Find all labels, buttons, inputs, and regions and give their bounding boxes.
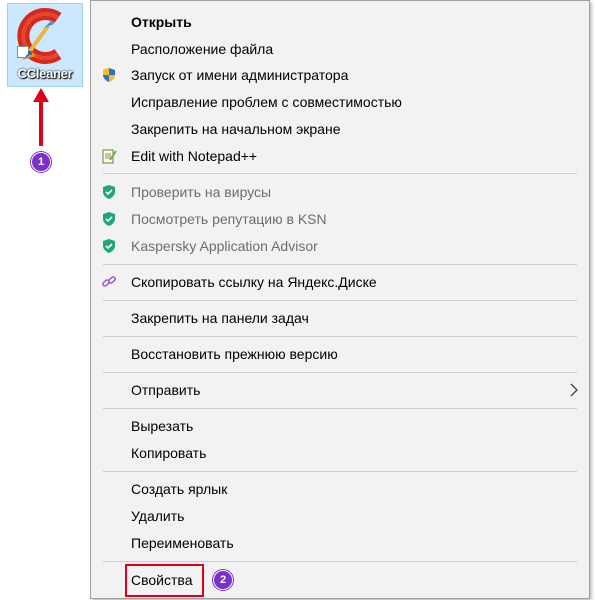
menu-separator [103,471,577,472]
properties-highlight-box [125,564,204,597]
menu-item-send-to[interactable]: Отправить [91,377,589,403]
ccleaner-desktop-shortcut[interactable]: CCleaner [7,3,83,87]
menu-item-scan-virus[interactable]: Проверить на вирусы [91,179,589,205]
context-menu: Открыть Расположение файла Запуск от име… [90,0,590,599]
menu-item-delete[interactable]: Удалить [91,503,589,529]
chevron-right-icon [570,383,578,397]
kaspersky-shield-icon [103,239,115,253]
menu-separator [103,408,577,409]
uac-shield-icon [103,68,115,82]
menu-item-rename[interactable]: Переименовать [91,530,589,556]
menu-item-kaspersky-advisor[interactable]: Kaspersky Application Advisor [91,233,589,259]
menu-item-check-ksn[interactable]: Посмотреть репутацию в KSN [91,206,589,232]
menu-item-cut[interactable]: Вырезать [91,413,589,439]
menu-item-pin-taskbar[interactable]: Закрепить на панели задач [91,305,589,331]
desktop-screenshot: CCleaner 1 Открыть Расположение файла За… [0,0,595,600]
menu-item-create-shortcut[interactable]: Создать ярлык [91,476,589,502]
desktop-icon-label: CCleaner [17,66,73,81]
annotation-arrow-up [33,88,49,146]
menu-separator [103,173,577,174]
menu-item-edit-notepad[interactable]: Edit with Notepad++ [91,143,589,169]
menu-separator [103,336,577,337]
step-badge-2: 2 [213,570,233,590]
menu-item-open[interactable]: Открыть [91,9,589,35]
menu-item-pin-start[interactable]: Закрепить на начальном экране [91,116,589,142]
kaspersky-shield-icon [103,212,115,226]
menu-separator [103,372,577,373]
menu-item-restore-previous[interactable]: Восстановить прежнюю версию [91,341,589,367]
menu-item-run-as-admin[interactable]: Запуск от имени администратора [91,62,589,88]
menu-separator [103,561,577,562]
kaspersky-shield-icon [103,185,115,199]
link-icon [102,276,116,287]
menu-item-file-location[interactable]: Расположение файла [91,36,589,62]
step-badge-1: 1 [31,152,51,172]
menu-separator [103,300,577,301]
notepad-plus-icon [102,149,117,164]
menu-item-copy[interactable]: Копировать [91,440,589,466]
menu-item-troubleshoot-compat[interactable]: Исправление проблем с совместимостью [91,89,589,115]
shortcut-arrow-icon [17,46,32,58]
menu-item-copy-yandex-link[interactable]: Скопировать ссылку на Яндекс.Диске [91,269,589,295]
menu-separator [103,264,577,265]
